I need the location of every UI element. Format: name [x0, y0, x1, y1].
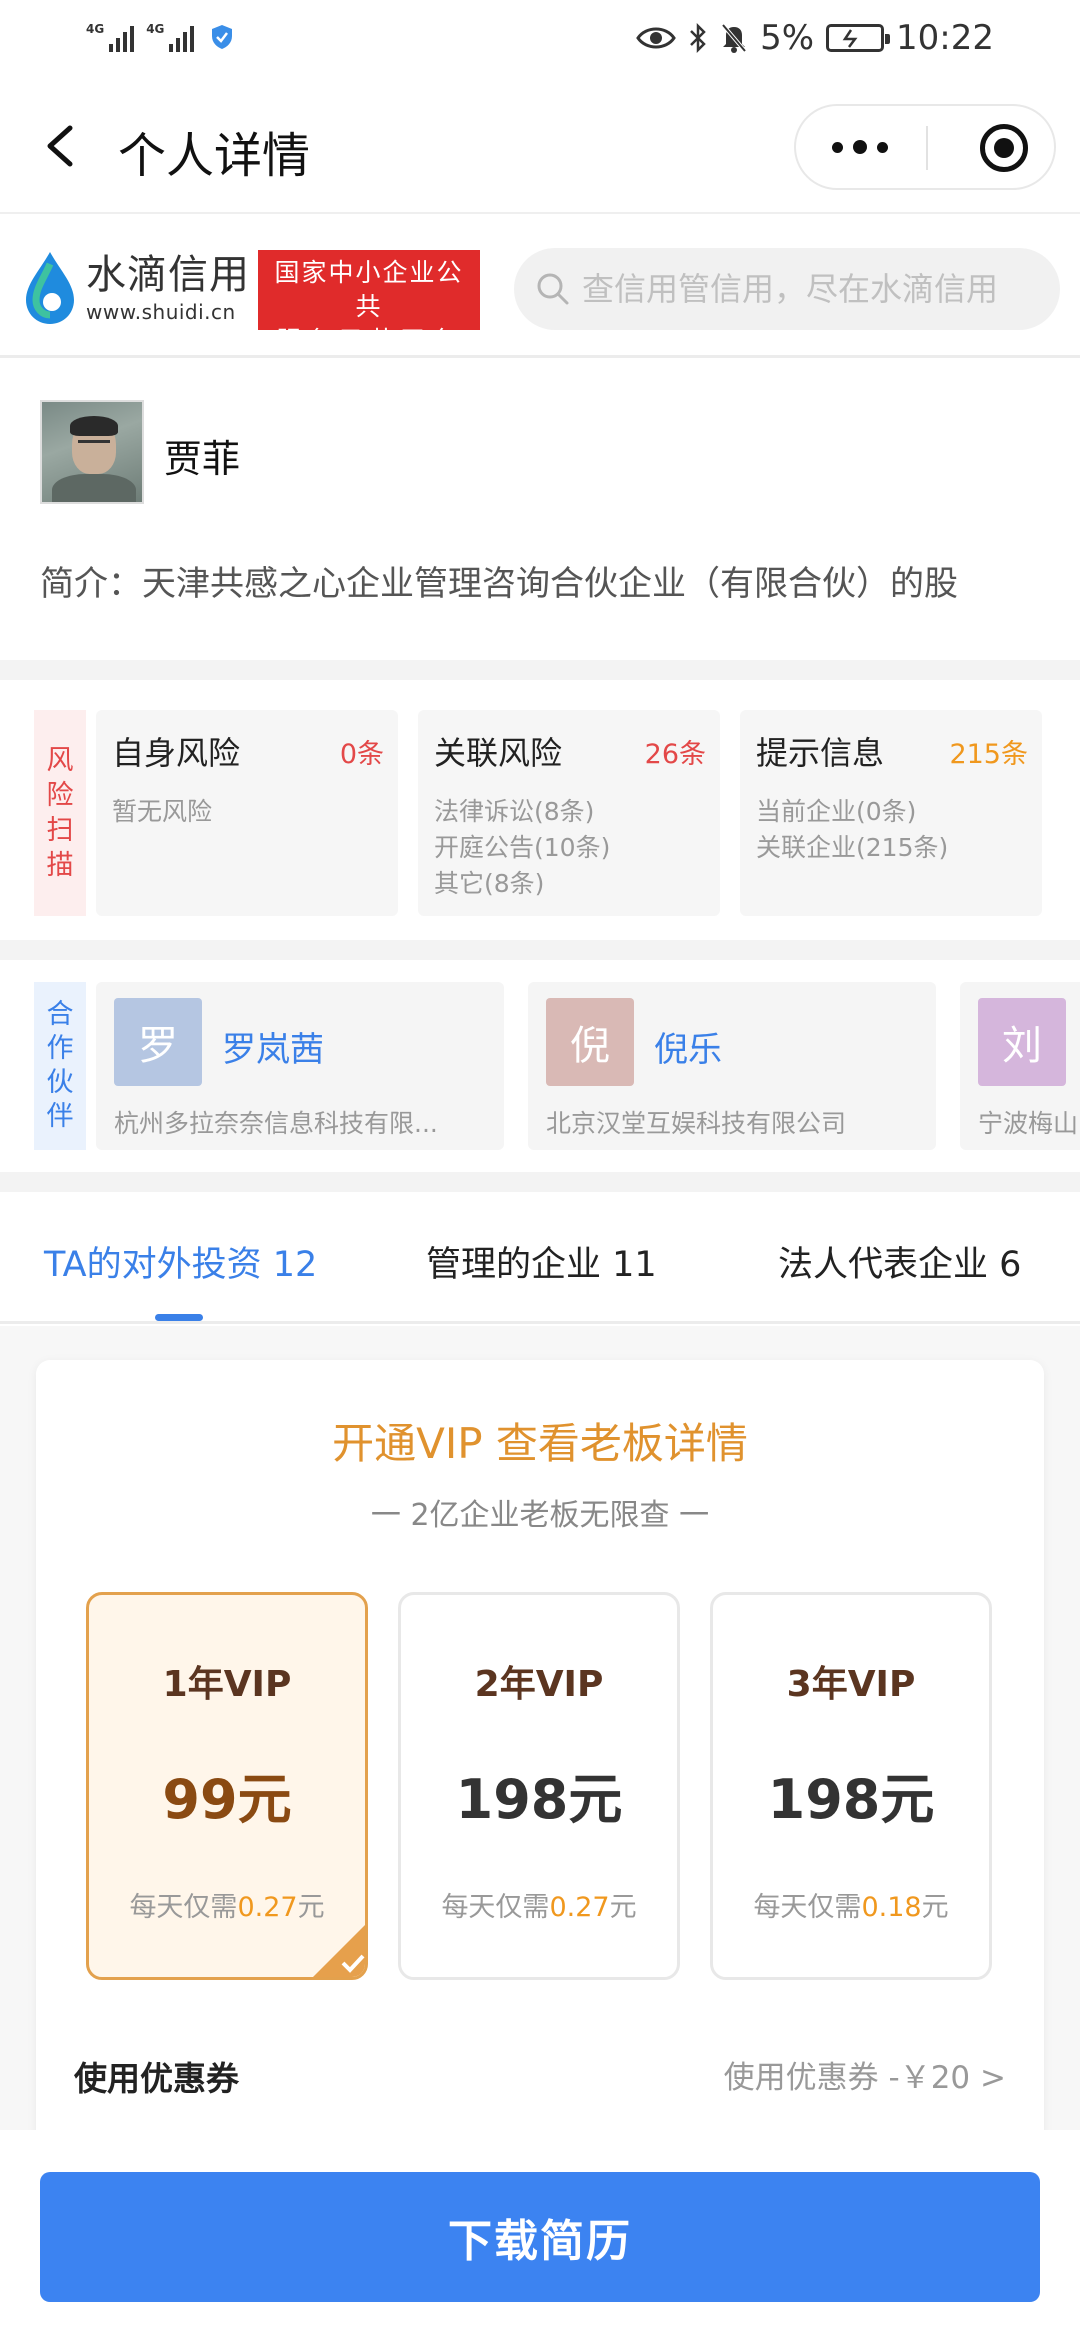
plan-daily: 每天仅需0.27元 — [441, 1892, 637, 1923]
nav-bar: 个人详情 — [0, 80, 1080, 210]
plan-2-year[interactable]: 2年VIP 198元 每天仅需0.27元 — [398, 1592, 680, 1980]
person-intro[interactable]: 简介：天津共感之心企业管理咨询合伙企业（有限合伙）的股 — [40, 556, 1040, 605]
person-name: 贾菲 — [164, 437, 241, 481]
risk-card-line: 开庭公告(10条) — [434, 833, 611, 862]
network-type-2: 4G — [146, 22, 165, 36]
risk-card-line: 法律诉讼(8条) — [434, 797, 595, 826]
search-icon — [537, 273, 569, 305]
tab-investments[interactable]: TA的对外投资 12 — [44, 1236, 317, 1287]
risk-card-count: 26条 — [644, 739, 706, 770]
tab-indicator — [155, 1314, 203, 1321]
partner-name: 倪乐 — [654, 1030, 722, 1070]
risk-card-self[interactable]: 自身风险 0条 暂无风险 — [96, 710, 398, 916]
partner-company: 杭州多拉奈奈信息科技有限... — [114, 1109, 438, 1138]
gov-badge-line2: 服务示范平台 — [275, 326, 462, 355]
risk-card-line: 当前企业(0条) — [756, 797, 917, 826]
risk-card-count: 0条 — [339, 739, 384, 770]
water-drop-logo-icon — [26, 252, 74, 324]
coupon-selector[interactable]: 使用优惠券 -￥20 > — [724, 2052, 1006, 2097]
battery-icon — [826, 24, 891, 52]
search-bar[interactable] — [514, 248, 1060, 330]
miniprogram-capsule — [794, 104, 1056, 190]
gov-badge-line1: 国家中小企业公共 — [274, 258, 464, 321]
plan-3-year[interactable]: 3年VIP 198元 每天仅需0.18元 — [710, 1592, 992, 1980]
brand-url: www.shuidi.cn — [86, 300, 236, 324]
dot-icon — [832, 141, 843, 153]
plan-name: 3年VIP — [786, 1664, 916, 1705]
avatar — [40, 400, 144, 504]
status-right: 5% 10:22 — [636, 18, 994, 58]
page-title: 个人详情 — [118, 128, 311, 184]
profile-section: 贾菲 简介：天津共感之心企业管理咨询合伙企业（有限合伙）的股 — [0, 360, 1080, 660]
selected-check-icon — [310, 1922, 365, 1977]
partner-card[interactable]: 倪 倪乐 北京汉堂互娱科技有限公司 — [528, 982, 936, 1150]
partner-company: 北京汉堂互娱科技有限公司 — [546, 1109, 847, 1138]
plan-name: 1年VIP — [162, 1664, 292, 1705]
partners-label: 合 作 伙 伴 — [34, 982, 86, 1150]
vip-title: 开通VIP 查看老板详情 — [332, 1419, 748, 1468]
risk-card-line: 暂无风险 — [112, 797, 213, 826]
status-bar: 4G 4G 5% 10:22 — [0, 0, 1080, 80]
brand-bar: 水滴信用 www.shuidi.cn 国家中小企业公共 服务示范平台 — [0, 212, 1080, 358]
dot-icon — [877, 141, 888, 153]
risk-scan-label: 风 险 扫 描 — [34, 710, 86, 916]
partner-avatar: 罗 — [114, 998, 202, 1086]
partner-avatar: 倪 — [546, 998, 634, 1086]
eye-icon — [636, 27, 676, 49]
risk-card-line: 关联企业(215条) — [756, 833, 949, 862]
tab-managed-companies[interactable]: 管理的企业 11 — [426, 1236, 657, 1287]
plan-name: 2年VIP — [474, 1664, 604, 1705]
risk-card-line: 其它(8条) — [434, 869, 545, 898]
download-resume-button[interactable]: 下载简历 — [40, 2172, 1040, 2302]
coupon-label: 使用优惠券 — [74, 2059, 239, 2098]
partner-avatar: 刘 — [978, 998, 1066, 1086]
section-divider — [0, 1172, 1080, 1192]
risk-card-related[interactable]: 关联风险 26条 法律诉讼(8条) 开庭公告(10条) 其它(8条) — [418, 710, 720, 916]
status-left: 4G 4G — [86, 22, 234, 52]
more-button[interactable] — [796, 106, 924, 188]
close-miniprogram-button[interactable] — [980, 124, 1028, 172]
brand-name: 水滴信用 — [86, 252, 250, 298]
plan-1-year[interactable]: 1年VIP 99元 每天仅需0.27元 — [86, 1592, 368, 1980]
signal-icon: 4G — [86, 22, 135, 52]
bottom-bar: 下载简历 — [0, 2130, 1080, 2340]
plan-price: 99元 — [162, 1768, 292, 1831]
plan-daily: 每天仅需0.18元 — [753, 1892, 949, 1923]
risk-card-tips[interactable]: 提示信息 215条 当前企业(0条) 关联企业(215条) — [740, 710, 1042, 916]
clock: 10:22 — [896, 18, 994, 58]
gov-badge: 国家中小企业公共 服务示范平台 — [258, 250, 480, 355]
battery-percent: 5% — [760, 18, 815, 58]
partner-card[interactable]: 刘 宁波梅山 — [960, 982, 1080, 1150]
shield-icon — [212, 25, 233, 49]
tab-bar: TA的对外投资 12 管理的企业 11 法人代表企业 6 — [0, 1190, 1080, 1324]
vip-card: 开通VIP 查看老板详情 一 2亿企业老板无限查 一 1年VIP 99元 每天仅… — [36, 1360, 1044, 2190]
bluetooth-icon — [690, 22, 706, 54]
tab-legal-rep-companies[interactable]: 法人代表企业 6 — [778, 1236, 1021, 1287]
partners-section: 合 作 伙 伴 罗 罗岚茜 杭州多拉奈奈信息科技有限... 倪 倪乐 北京汉堂互… — [0, 960, 1080, 1160]
dot-icon — [853, 140, 867, 154]
risk-card-count: 215条 — [949, 739, 1028, 770]
partner-card[interactable]: 罗 罗岚茜 杭州多拉奈奈信息科技有限... — [96, 982, 504, 1150]
plan-price: 198元 — [767, 1768, 935, 1831]
plan-daily: 每天仅需0.27元 — [129, 1892, 325, 1923]
brand-logo: 水滴信用 www.shuidi.cn — [86, 252, 250, 324]
vip-subtitle: 一 2亿企业老板无限查 一 — [370, 1498, 710, 1533]
risk-scan-section: 风 险 扫 描 自身风险 0条 暂无风险 关联风险 26条 法律诉讼(8条) 开… — [0, 688, 1080, 928]
partner-company: 宁波梅山 — [978, 1109, 1079, 1138]
capsule-divider — [926, 126, 928, 170]
plan-price: 198元 — [455, 1768, 623, 1831]
search-input[interactable] — [582, 270, 1052, 308]
signal-icon-2: 4G — [146, 22, 195, 52]
section-divider — [0, 940, 1080, 960]
partner-name: 罗岚茜 — [222, 1030, 324, 1070]
back-icon[interactable] — [36, 110, 86, 180]
network-type: 4G — [86, 22, 105, 36]
mute-bell-icon — [721, 23, 747, 53]
section-divider — [0, 660, 1080, 680]
